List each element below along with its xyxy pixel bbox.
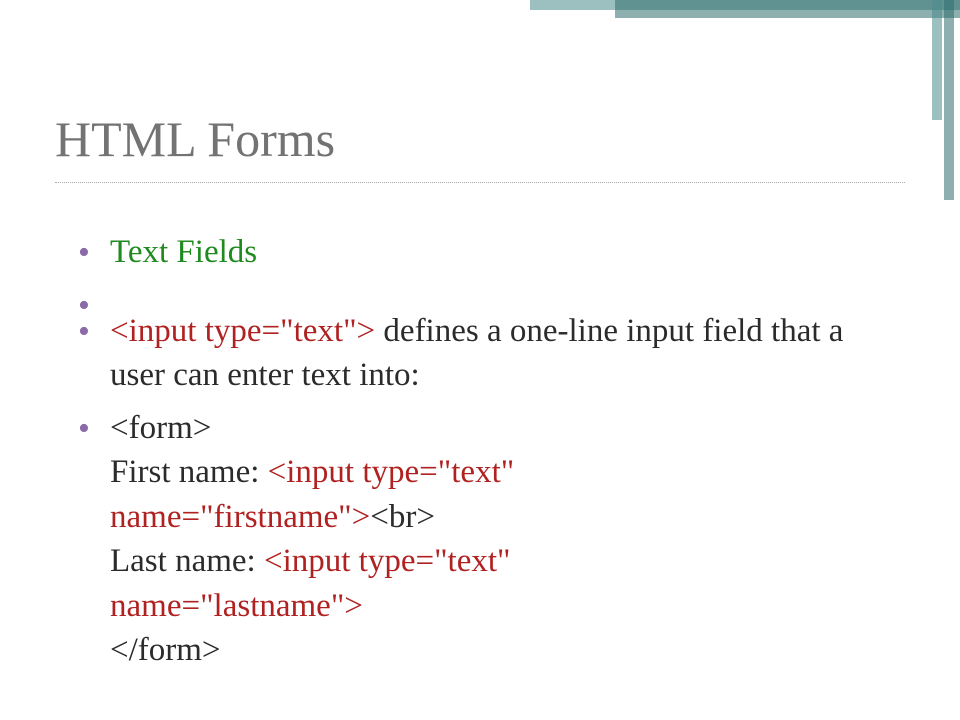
slide-body: Text Fields <input type="text"> defines … — [70, 230, 890, 681]
accent-bar-horizontal-2 — [615, 0, 960, 18]
bullet-2-code: <input type="text"> — [110, 313, 375, 349]
bullet-1: Text Fields — [70, 230, 890, 275]
bullet-3: <form> First name: <input type="text" na… — [70, 406, 890, 673]
accent-bar-vertical-2 — [944, 0, 954, 200]
spacer — [70, 283, 890, 309]
accent-bar-vertical-1 — [932, 0, 942, 120]
b3-l2b: <input type="text" — [268, 454, 515, 490]
b3-l1a: <form> — [110, 410, 211, 446]
b3-l3a: name="firstname"> — [110, 499, 370, 535]
slide-title: HTML Forms — [55, 110, 335, 168]
b3-l5a: name="lastname"> — [110, 588, 363, 624]
b3-l4a: Last name: — [110, 543, 264, 579]
b3-l3b: <br> — [370, 499, 435, 535]
b3-l6a: </form> — [110, 632, 221, 668]
bullet-2: <input type="text"> defines a one-line i… — [70, 309, 890, 398]
slide: HTML Forms Text Fields <input type="text… — [0, 0, 960, 720]
title-underline — [55, 182, 905, 183]
b3-l2a: First name: — [110, 454, 268, 490]
b3-l4b: <input type="text" — [264, 543, 511, 579]
bullet-1-text: Text Fields — [110, 234, 257, 270]
